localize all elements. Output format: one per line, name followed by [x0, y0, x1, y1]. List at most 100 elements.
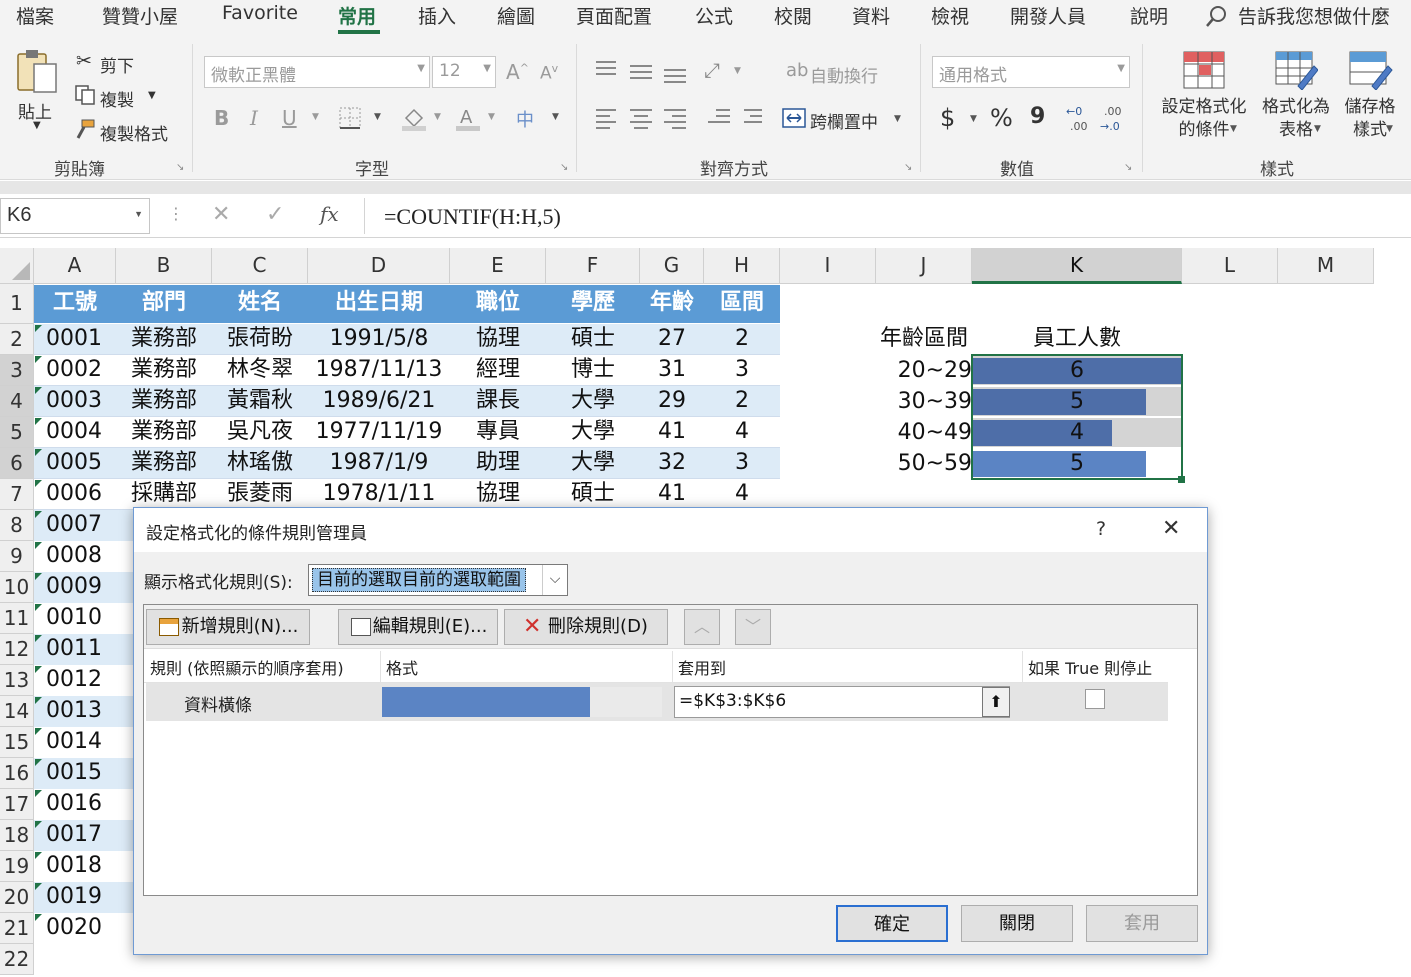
wrap-text-icon[interactable]: ab [786, 60, 808, 81]
name-box[interactable]: K6 ▼ [0, 198, 150, 234]
table-header-cell[interactable]: 年齡 [640, 285, 704, 323]
ok-button[interactable]: 確定 [836, 905, 948, 942]
table-cell[interactable]: 1991/5/8 [308, 324, 450, 355]
wrap-text-button[interactable]: 自動換行 [810, 62, 878, 87]
column-header-c[interactable]: C [212, 248, 308, 284]
table-cell[interactable]: 2 [704, 386, 780, 417]
orientation-icon[interactable]: ⤢ [704, 58, 720, 82]
row-header-13[interactable]: 13 [0, 665, 34, 696]
tab-insert[interactable]: 插入 [418, 2, 456, 29]
employee-count-cell[interactable]: 5 [972, 387, 1182, 418]
formula-input[interactable]: =COUNTIF(H:H,5) [384, 204, 561, 230]
move-up-button[interactable]: ︿ [684, 609, 720, 645]
age-range-cell[interactable]: 30~39 [876, 387, 972, 418]
cut-button[interactable]: 剪下 [100, 52, 134, 77]
chevron-down-icon[interactable]: ▼ [970, 114, 977, 124]
paste-icon[interactable] [14, 48, 60, 96]
row-header-12[interactable]: 12 [0, 634, 34, 665]
age-range-cell[interactable]: 50~59 [876, 449, 972, 480]
copy-icon[interactable] [74, 84, 96, 106]
table-header-cell[interactable]: 出生日期 [308, 285, 450, 323]
row-header-7[interactable]: 7 [0, 479, 34, 510]
copy-dropdown-icon[interactable]: ▼ [148, 90, 156, 101]
underline-button[interactable]: U [282, 106, 297, 130]
table-cell[interactable]: 3 [704, 355, 780, 386]
table-cell[interactable]: 採購部 [116, 479, 212, 510]
column-header-h[interactable]: H [704, 248, 780, 284]
row-header-14[interactable]: 14 [0, 696, 34, 727]
row-header-20[interactable]: 20 [0, 882, 34, 913]
collapse-range-icon[interactable]: ⬆ [982, 687, 1010, 717]
table-cell[interactable]: 業務部 [116, 448, 212, 479]
tell-me-search[interactable]: 告訴我您想做什麼 [1238, 2, 1390, 29]
tab-review[interactable]: 校閱 [774, 2, 812, 29]
tab-help[interactable]: 說明 [1130, 2, 1168, 29]
number-format-select[interactable]: 通用格式 ▼ [932, 56, 1130, 88]
applies-to-input[interactable]: =$K$3:$K$6 [674, 686, 1010, 718]
tab-formulas[interactable]: 公式 [695, 2, 733, 29]
italic-button[interactable]: I [250, 106, 258, 130]
table-header-cell[interactable]: 學歷 [546, 285, 640, 323]
column-header-f[interactable]: F [546, 248, 640, 284]
column-header-e[interactable]: E [450, 248, 546, 284]
age-range-header[interactable]: 年齡區間 [876, 324, 972, 355]
table-cell[interactable]: 41 [640, 417, 704, 448]
cell-styles-icon[interactable] [1348, 50, 1394, 90]
font-name-select[interactable]: 微軟正黑體 ▼ [204, 56, 430, 88]
employee-count-cell[interactable]: 5 [972, 449, 1182, 480]
font-size-select[interactable]: 12 ▼ [432, 56, 496, 88]
tab-draw[interactable]: 繪圖 [497, 2, 535, 29]
table-cell[interactable]: 協理 [450, 479, 546, 510]
insert-function-button[interactable]: fx [320, 202, 339, 226]
table-cell[interactable]: 0011 [34, 634, 134, 665]
row-header-11[interactable]: 11 [0, 603, 34, 634]
table-cell[interactable]: 博士 [546, 355, 640, 386]
stop-if-true-checkbox[interactable] [1085, 689, 1105, 709]
column-header-l[interactable]: L [1182, 248, 1278, 284]
row-header-1[interactable]: 1 [0, 284, 34, 324]
comma-button[interactable]: 9 [1030, 104, 1045, 129]
table-cell[interactable]: 0019 [34, 882, 134, 913]
table-cell[interactable]: 業務部 [116, 355, 212, 386]
table-cell[interactable]: 0008 [34, 541, 134, 572]
chevron-down-icon[interactable]: ▼ [374, 112, 381, 122]
column-header-j[interactable]: J [876, 248, 972, 284]
table-cell[interactable]: 0016 [34, 789, 134, 820]
table-header-cell[interactable]: 職位 [450, 285, 546, 323]
table-cell[interactable]: 專員 [450, 417, 546, 448]
tab-developer[interactable]: 開發人員 [1010, 2, 1086, 29]
table-cell[interactable]: 經理 [450, 355, 546, 386]
row-header-19[interactable]: 19 [0, 851, 34, 882]
select-all-corner[interactable] [0, 248, 34, 284]
chevron-down-icon[interactable]: ▼ [434, 112, 441, 122]
table-cell[interactable]: 3 [704, 448, 780, 479]
apply-button[interactable]: 套用 [1086, 905, 1198, 942]
table-cell[interactable]: 大學 [546, 448, 640, 479]
number-launcher-icon[interactable]: ↘ [1124, 162, 1132, 173]
copy-button[interactable]: 複製 [100, 86, 134, 111]
format-painter-button[interactable]: 複製格式 [100, 120, 168, 145]
row-header-9[interactable]: 9 [0, 541, 34, 572]
fill-color-icon[interactable] [400, 104, 428, 132]
cancel-formula-icon[interactable]: ✕ [212, 202, 230, 227]
chevron-down-icon[interactable]: ▼ [894, 114, 901, 124]
table-cell[interactable]: 0004 [34, 417, 116, 448]
table-cell[interactable]: 0002 [34, 355, 116, 386]
row-header-16[interactable]: 16 [0, 758, 34, 789]
row-header-17[interactable]: 17 [0, 789, 34, 820]
shrink-font-icon[interactable]: Av [540, 62, 558, 84]
move-down-button[interactable]: ﹀ [735, 609, 771, 645]
table-cell[interactable]: 27 [640, 324, 704, 355]
close-icon[interactable]: ✕ [1162, 516, 1180, 541]
grow-font-icon[interactable]: A^ [506, 60, 529, 84]
table-cell[interactable]: 2 [704, 324, 780, 355]
phonetic-button[interactable]: 中 [516, 106, 534, 132]
table-cell[interactable]: 0003 [34, 386, 116, 417]
table-header-cell[interactable]: 工號 [34, 285, 116, 323]
conditional-formatting-button[interactable]: 設定格式化的條件 [1158, 96, 1250, 142]
row-header-4[interactable]: 4 [0, 386, 34, 417]
font-color-icon[interactable]: A [454, 104, 482, 132]
table-cell[interactable]: 課長 [450, 386, 546, 417]
table-cell[interactable]: 0015 [34, 758, 134, 789]
table-cell[interactable]: 張荷盼 [212, 324, 308, 355]
